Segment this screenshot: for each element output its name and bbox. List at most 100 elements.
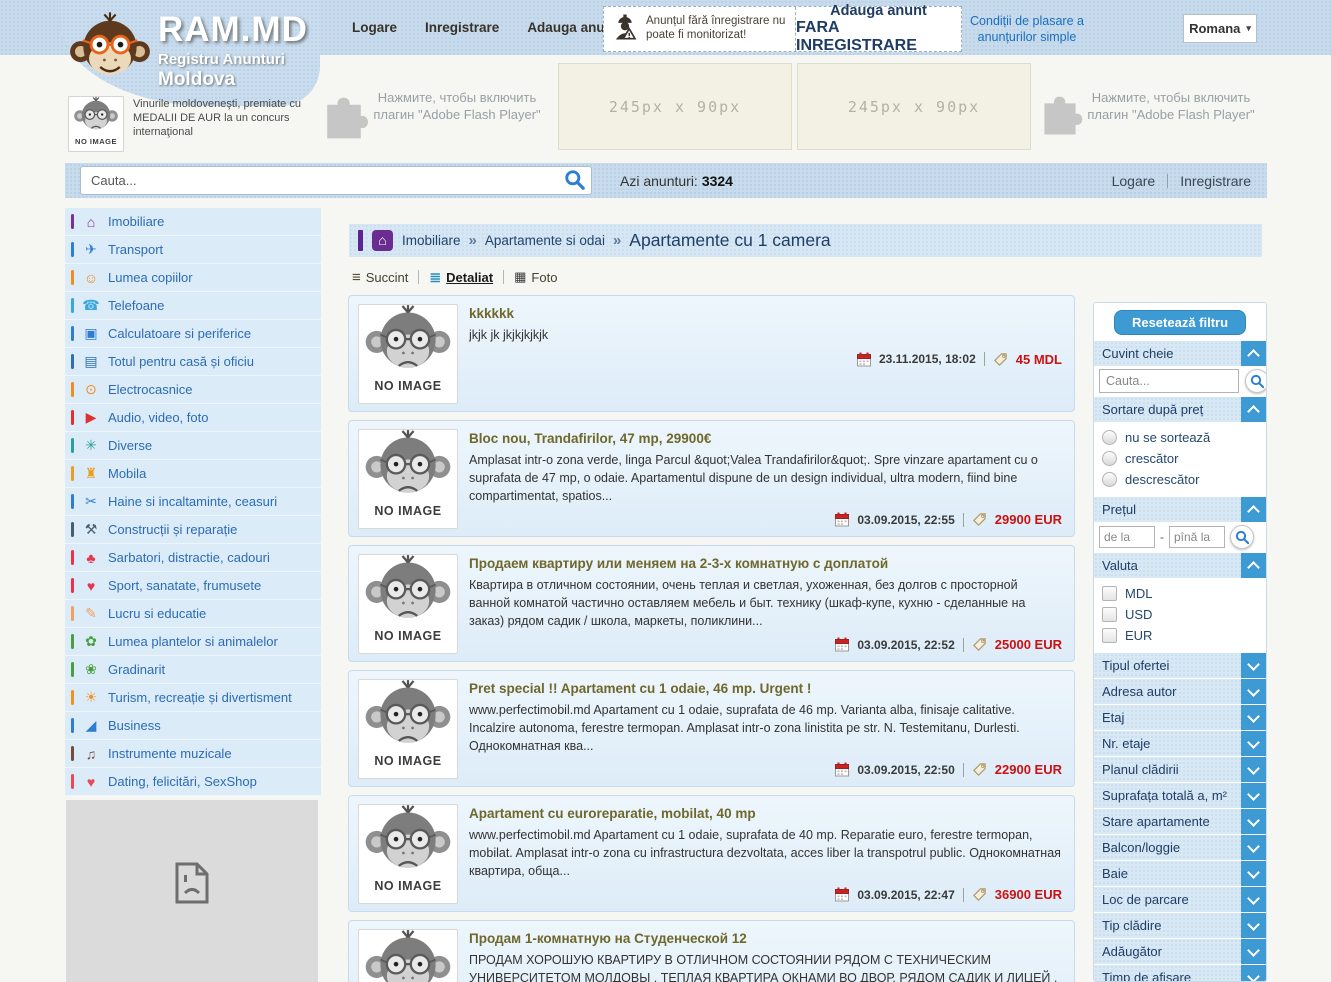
sidebar-category[interactable]: ▶ Audio, video, foto [65,404,321,432]
collapse-button[interactable] [1241,497,1266,522]
flash-plugin-left[interactable]: Нажмите, чтобы включить плагин "Adobe Fl… [316,84,542,140]
listing-title[interactable]: Продам 1-комнатную на Студенческой 12 [469,931,1062,946]
expand-button[interactable] [1241,783,1266,808]
expand-button[interactable] [1241,705,1266,730]
topnav-link-logare[interactable]: Logare [352,20,397,35]
listing-card[interactable]: NO IMAGE Продаем квартиру или меняем на … [348,545,1075,662]
reset-filter-button-top[interactable]: Resetează filtru [1114,310,1246,335]
filter-section-header[interactable]: Suprafața totală a, m² [1094,783,1266,808]
listing-title[interactable]: Bloc nou, Trandafirilor, 47 mp, 29900€ [469,431,1062,446]
expand-button[interactable] [1241,679,1266,704]
checkbox-option[interactable]: EUR [1102,625,1258,646]
tab-detaliat[interactable]: ≣ Detaliat [429,269,493,286]
ad-slot-1[interactable]: 245px x 90px [558,63,792,150]
header-login-link[interactable]: Logare [1112,173,1156,189]
conditions-link[interactable]: Condiții de plasare a anunțurilor simple [960,13,1094,46]
checkbox-option[interactable]: USD [1102,604,1258,625]
checkbox-option[interactable]: MDL [1102,583,1258,604]
checkbox-control[interactable] [1102,607,1117,622]
expand-button[interactable] [1241,809,1266,834]
sidebar-category[interactable]: ✂ Haine si incaltaminte, ceasuri [65,488,321,516]
expand-button[interactable] [1241,913,1266,938]
expand-button[interactable] [1241,653,1266,678]
radio-control[interactable] [1102,451,1117,466]
add-free-banner[interactable]: Adauga anunt FARA INREGISTRARE [796,7,961,51]
filter-section-header[interactable]: Planul clădirii [1094,757,1266,782]
sidebar-category[interactable]: ▤ Totul pentru casă și oficiu [65,348,321,376]
sidebar-category[interactable]: ⊙ Electrocasnice [65,376,321,404]
listing-card[interactable]: NO IMAGE Bloc nou, Trandafirilor, 47 mp,… [348,420,1075,537]
sidebar-category[interactable]: ✳ Diverse [65,432,321,460]
filter-price-search-button[interactable] [1230,525,1254,549]
filter-section-header[interactable]: Timp de afişare [1094,965,1266,982]
collapse-button[interactable] [1241,341,1266,366]
sidebar-category[interactable]: ✈ Transport [65,236,321,264]
expand-button[interactable] [1241,757,1266,782]
filter-section-header[interactable]: Tipul ofertei [1094,653,1266,678]
filter-section-header[interactable]: Adresa autor [1094,679,1266,704]
sidebar-category[interactable]: ♣ Sarbatori, distractie, cadouri [65,544,321,572]
header-register-link[interactable]: Inregistrare [1180,173,1251,189]
filter-section-header[interactable]: Nr. etaje [1094,731,1266,756]
price-to-input[interactable] [1169,526,1225,548]
sidebar-category[interactable]: ◢ Business [65,712,321,740]
sidebar-category[interactable]: ♜ Mobila [65,460,321,488]
filter-section-header[interactable]: Sortare după preț [1094,397,1266,422]
checkbox-control[interactable] [1102,586,1117,601]
sidebar-category[interactable]: ☎ Telefoane [65,292,321,320]
expand-button[interactable] [1241,965,1266,982]
expand-button[interactable] [1241,939,1266,964]
sidebar-category[interactable]: ♥ Dating, felicitări, SexShop [65,768,321,796]
expand-button[interactable] [1241,835,1266,860]
site-logo[interactable]: RAM.MD Registru Anunturi Moldova [64,4,324,104]
filter-section-header[interactable]: Loc de parcare [1094,887,1266,912]
filter-section-header[interactable]: Tip clădire [1094,913,1266,938]
listing-card[interactable]: NO IMAGE Продам 1-комнатную на Студенчес… [348,920,1075,982]
listing-title[interactable]: kkkkkk [469,306,1062,321]
collapse-button[interactable] [1241,553,1266,578]
listing-card[interactable]: NO IMAGE Apartament cu euroreparatie, mo… [348,795,1075,912]
collapse-button[interactable] [1241,397,1266,422]
listing-title[interactable]: Pret special !! Apartament cu 1 odaie, 4… [469,681,1062,696]
filter-keyword-search-button[interactable] [1245,369,1267,393]
radio-option[interactable]: descrescător [1102,469,1258,490]
filter-section-header[interactable]: Baie [1094,861,1266,886]
sidebar-category[interactable]: ✿ Lumea plantelor si animalelor [65,628,321,656]
filter-section-header[interactable]: Stare apartamente [1094,809,1266,834]
topnav-link-inregistrare[interactable]: Inregistrare [425,20,499,35]
breadcrumb-link[interactable]: Apartamente si odai [485,233,605,248]
filter-section-header[interactable]: Balcon/loggie [1094,835,1266,860]
listing-card[interactable]: NO IMAGE Pret special !! Apartament cu 1… [348,670,1075,787]
search-input[interactable] [80,166,592,195]
filter-section-header[interactable]: Adăugător [1094,939,1266,964]
filter-section-header[interactable]: Prețul [1094,497,1266,522]
ad-slot-2[interactable]: 245px x 90px [797,63,1031,150]
radio-control[interactable] [1102,430,1117,445]
radio-option[interactable]: crescător [1102,448,1258,469]
filter-section-header[interactable]: Valuta [1094,553,1266,578]
listing-title[interactable]: Продаем квартиру или меняем на 2-3-х ком… [469,556,1062,571]
tab-foto[interactable]: ▦ Foto [514,269,557,285]
sidebar-category[interactable]: ♥ Sport, sanatate, frumusete [65,572,321,600]
sidebar-category[interactable]: ⚒ Construcții și reparație [65,516,321,544]
expand-button[interactable] [1241,861,1266,886]
filter-keyword-input[interactable] [1099,369,1239,393]
expand-button[interactable] [1241,731,1266,756]
sidebar-category[interactable]: ♫ Instrumente muzicale [65,740,321,768]
listing-title[interactable]: Apartament cu euroreparatie, mobilat, 40… [469,806,1062,821]
radio-option[interactable]: nu se sortează [1102,427,1258,448]
promo-banner[interactable]: NO IMAGE Vinurile moldoveneşti, premiate… [68,96,324,152]
search-button[interactable] [563,169,587,193]
tab-succint[interactable]: ≡ Succint [352,269,408,286]
sidebar-category[interactable]: ✎ Lucru si educatie [65,600,321,628]
filter-section-header[interactable]: Etaj [1094,705,1266,730]
filter-section-header[interactable]: Cuvint cheie [1094,341,1266,366]
sidebar-category[interactable]: ☺ Lumea copiilor [65,264,321,292]
checkbox-control[interactable] [1102,628,1117,643]
sidebar-category[interactable]: ❀ Gradinarit [65,656,321,684]
price-from-input[interactable] [1099,526,1155,548]
breadcrumb-link[interactable]: Imobiliare [402,233,461,248]
warning-banner[interactable]: Anunțul fără înregistrare nu poate fi mo… [604,7,796,51]
sidebar-category[interactable]: ▣ Calculatoare si periferice [65,320,321,348]
radio-control[interactable] [1102,472,1117,487]
